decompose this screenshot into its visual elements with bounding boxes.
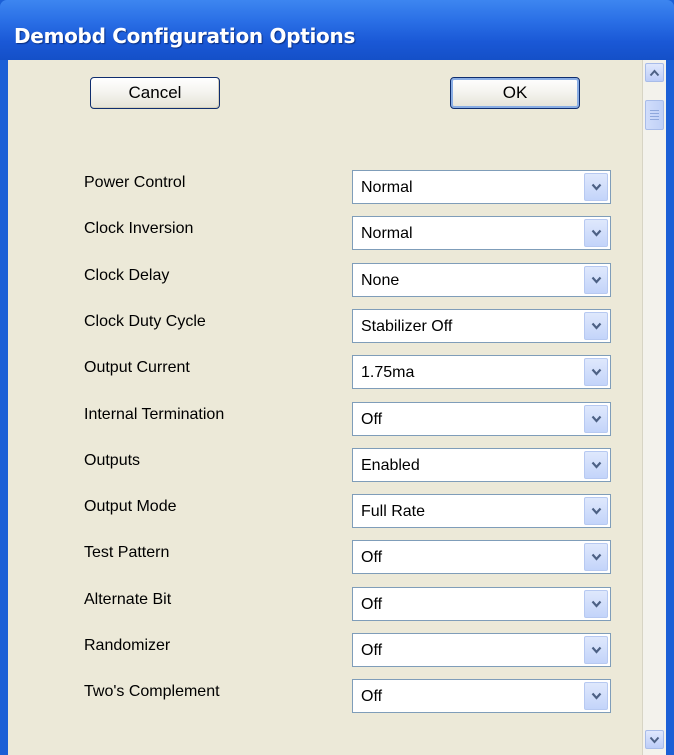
window-title: Demobd Configuration Options [14, 24, 356, 48]
arrow-down-icon [649, 736, 660, 744]
arrow-up-icon [649, 68, 660, 76]
select-outputs[interactable]: Enabled [352, 448, 611, 482]
chevron-down-icon [591, 183, 601, 191]
dropdown-button[interactable] [584, 451, 608, 479]
select-output-current[interactable]: 1.75ma [352, 355, 611, 389]
chevron-down-icon [591, 507, 601, 515]
option-label-clock-inversion: Clock Inversion [84, 220, 194, 237]
select-clock-delay[interactable]: None [352, 263, 611, 297]
select-value: None [361, 272, 400, 289]
select-power-control[interactable]: Normal [352, 170, 611, 204]
select-value: Off [361, 549, 383, 566]
chevron-down-icon [591, 553, 601, 561]
select-two-s-complement[interactable]: Off [352, 679, 611, 713]
select-value: Off [361, 688, 383, 705]
dropdown-button[interactable] [584, 636, 608, 664]
select-value: 1.75ma [361, 364, 415, 381]
chevron-down-icon [591, 600, 601, 608]
dialog-client-area: Cancel OK Power Control Normal Clock Inver… [8, 60, 642, 755]
chevron-down-icon [591, 415, 601, 423]
chevron-down-icon [591, 229, 601, 237]
option-label-alternate-bit: Alternate Bit [84, 591, 172, 608]
option-label-output-current: Output Current [84, 359, 190, 376]
select-value: Normal [361, 225, 413, 242]
scroll-down-button[interactable] [645, 730, 664, 749]
dialog-window: Demobd Configuration Options Cancel OK P… [0, 0, 674, 755]
select-alternate-bit[interactable]: Off [352, 587, 611, 621]
dropdown-button[interactable] [584, 405, 608, 433]
dropdown-button[interactable] [584, 497, 608, 525]
dropdown-button[interactable] [584, 266, 608, 294]
select-test-pattern[interactable]: Off [352, 540, 611, 574]
dropdown-button[interactable] [584, 219, 608, 247]
select-value: Full Rate [361, 503, 426, 520]
option-label-two-s-complement: Two's Complement [84, 683, 220, 700]
dropdown-button[interactable] [584, 173, 608, 201]
select-clock-inversion[interactable]: Normal [352, 216, 611, 250]
select-value: Enabled [361, 457, 420, 474]
chevron-down-icon [591, 692, 601, 700]
option-label-outputs: Outputs [84, 452, 141, 469]
option-label-clock-duty-cycle: Clock Duty Cycle [84, 313, 206, 330]
select-value: Off [361, 411, 383, 428]
select-randomizer[interactable]: Off [352, 633, 611, 667]
select-value: Normal [361, 179, 413, 196]
option-label-randomizer: Randomizer [84, 637, 171, 654]
option-label-test-pattern: Test Pattern [84, 544, 170, 561]
chevron-down-icon [591, 276, 601, 284]
select-internal-termination[interactable]: Off [352, 402, 611, 436]
select-output-mode[interactable]: Full Rate [352, 494, 611, 528]
vertical-scrollbar[interactable] [642, 60, 666, 755]
dropdown-button[interactable] [584, 590, 608, 618]
scroll-up-button[interactable] [645, 63, 664, 82]
select-value: Off [361, 596, 383, 613]
cancel-button[interactable]: Cancel [90, 77, 220, 109]
select-value: Stabilizer Off [361, 318, 453, 335]
option-label-clock-delay: Clock Delay [84, 267, 170, 284]
option-label-power-control: Power Control [84, 174, 186, 191]
window-frame-right [666, 60, 674, 755]
title-bar[interactable]: Demobd Configuration Options [0, 0, 674, 60]
dropdown-button[interactable] [584, 312, 608, 340]
dropdown-button[interactable] [584, 358, 608, 386]
chevron-down-icon [591, 322, 601, 330]
scroll-thumb[interactable] [645, 100, 664, 130]
dropdown-button[interactable] [584, 543, 608, 571]
select-value: Off [361, 642, 383, 659]
ok-button[interactable]: OK [450, 77, 580, 109]
option-label-internal-termination: Internal Termination [84, 406, 225, 423]
dropdown-button[interactable] [584, 682, 608, 710]
chevron-down-icon [591, 368, 601, 376]
chevron-down-icon [591, 461, 601, 469]
option-label-output-mode: Output Mode [84, 498, 177, 515]
chevron-down-icon [591, 646, 601, 654]
select-clock-duty-cycle[interactable]: Stabilizer Off [352, 309, 611, 343]
